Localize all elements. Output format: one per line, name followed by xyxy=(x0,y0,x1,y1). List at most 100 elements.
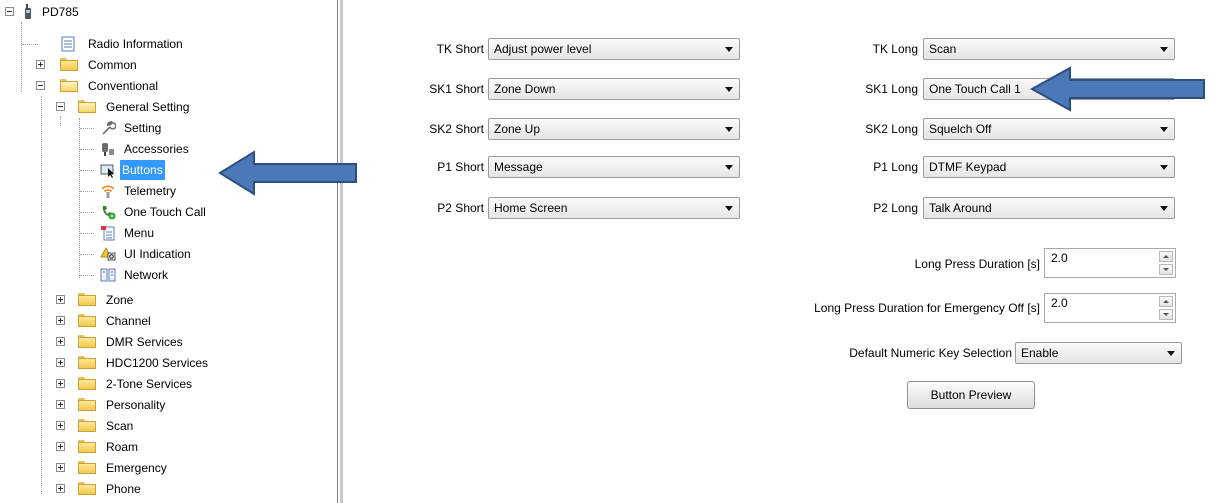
chevron-down-icon xyxy=(1160,165,1168,170)
expand-icon[interactable] xyxy=(56,295,65,304)
dropdown-value: Zone Down xyxy=(494,82,556,96)
default-numeric-key-dropdown[interactable]: Enable xyxy=(1015,342,1182,364)
default-numeric-key-label: Default Numeric Key Selection xyxy=(849,346,1012,360)
tree-item-emergency[interactable]: Emergency xyxy=(0,458,330,478)
tree-label: One Touch Call xyxy=(124,205,206,219)
tree-label: Accessories xyxy=(124,142,189,156)
folder-icon xyxy=(60,58,78,71)
expand-icon[interactable] xyxy=(56,484,65,493)
chevron-down-icon xyxy=(1160,206,1168,211)
tree-item-channel[interactable]: Channel xyxy=(0,311,330,331)
long-press-duration-spinner[interactable]: 2.0 xyxy=(1044,248,1176,278)
tree-item-personality[interactable]: Personality xyxy=(0,395,330,415)
sk1-short-dropdown[interactable]: Zone Down xyxy=(488,78,740,100)
spinner-value: 2.0 xyxy=(1051,251,1068,265)
expand-icon[interactable] xyxy=(56,358,65,367)
tree-item-2-tone-services[interactable]: 2-Tone Services xyxy=(0,374,330,394)
folder-icon xyxy=(78,419,96,432)
sk2-short-dropdown[interactable]: Zone Up xyxy=(488,118,740,140)
spin-down-icon[interactable] xyxy=(1159,309,1173,320)
panel-splitter[interactable] xyxy=(340,0,343,503)
tree-label: Telemetry xyxy=(124,184,177,198)
tree-item-menu[interactable]: Menu xyxy=(0,223,330,243)
tree-root-pd785[interactable]: PD785 xyxy=(0,2,330,22)
sk2-short-label: SK2 Short xyxy=(429,122,484,136)
collapse-icon[interactable] xyxy=(56,102,65,111)
tree-item-dmr-services[interactable]: DMR Services xyxy=(0,332,330,352)
expand-icon[interactable] xyxy=(56,337,65,346)
tree-item-roam[interactable]: Roam xyxy=(0,437,330,457)
chevron-down-icon xyxy=(725,87,733,92)
sk2-long-dropdown[interactable]: Squelch Off xyxy=(923,118,1175,140)
tk-short-dropdown[interactable]: Adjust power level xyxy=(488,38,740,60)
spin-down-icon[interactable] xyxy=(1159,264,1173,275)
dropdown-value: DTMF Keypad xyxy=(929,160,1007,174)
dropdown-value: Adjust power level xyxy=(494,42,592,56)
collapse-icon[interactable] xyxy=(5,7,14,16)
long-press-duration-label: Long Press Duration [s] xyxy=(914,257,1040,271)
tree-item-network[interactable]: Network xyxy=(0,265,330,285)
button-preview-button[interactable]: Button Preview xyxy=(907,381,1035,409)
navigation-tree: PD785 Radio Information Common Conventio… xyxy=(0,0,337,503)
spinner-value: 2.0 xyxy=(1051,296,1068,310)
tree-item-scan[interactable]: Scan xyxy=(0,416,330,436)
tree-item-zone[interactable]: Zone xyxy=(0,290,330,310)
folder-icon xyxy=(78,398,96,411)
tree-label: Common xyxy=(88,58,137,72)
phone-call-icon xyxy=(102,206,116,220)
tree-item-conventional[interactable]: Conventional xyxy=(0,76,330,96)
menu-list-icon xyxy=(101,226,115,241)
tree-item-one-touch-call[interactable]: One Touch Call xyxy=(0,202,330,222)
dropdown-value: Scan xyxy=(929,42,957,56)
expand-icon[interactable] xyxy=(56,400,65,409)
tk-long-dropdown[interactable]: Scan xyxy=(923,38,1175,60)
expand-icon[interactable] xyxy=(56,316,65,325)
chevron-down-icon xyxy=(725,206,733,211)
folder-icon xyxy=(78,293,96,306)
spin-up-icon[interactable] xyxy=(1159,251,1173,262)
tree-label: General Setting xyxy=(106,100,190,114)
expand-icon[interactable] xyxy=(56,463,65,472)
p1-short-dropdown[interactable]: Message xyxy=(488,156,740,178)
tree-item-general-setting[interactable]: General Setting xyxy=(0,97,330,117)
folder-icon xyxy=(78,461,96,474)
chevron-down-icon xyxy=(1160,47,1168,52)
wrench-icon xyxy=(102,121,116,135)
sk1-short-label: SK1 Short xyxy=(429,82,484,96)
collapse-icon[interactable] xyxy=(36,81,45,90)
p2-long-label: P2 Long xyxy=(873,201,918,215)
tree-label: PD785 xyxy=(42,5,79,19)
tree-label: UI Indication xyxy=(124,247,191,261)
p1-long-dropdown[interactable]: DTMF Keypad xyxy=(923,156,1175,178)
tree-item-common[interactable]: Common xyxy=(0,55,330,75)
tree-label: Radio Information xyxy=(88,37,183,51)
expand-icon[interactable] xyxy=(56,421,65,430)
tree-item-radio-information[interactable]: Radio Information xyxy=(0,34,330,54)
chevron-down-icon xyxy=(725,127,733,132)
spin-up-icon[interactable] xyxy=(1159,296,1173,307)
tree-label: Phone xyxy=(106,482,141,496)
tk-short-label: TK Short xyxy=(436,42,484,56)
tree-item-setting[interactable]: Setting xyxy=(0,118,330,138)
tree-label: Setting xyxy=(124,121,162,135)
expand-icon[interactable] xyxy=(56,442,65,451)
chevron-down-icon xyxy=(1167,351,1175,356)
p2-short-dropdown[interactable]: Home Screen xyxy=(488,197,740,219)
expand-icon[interactable] xyxy=(56,379,65,388)
p2-short-label: P2 Short xyxy=(437,201,484,215)
tree-item-ui-indication[interactable]: UI Indication xyxy=(0,244,330,264)
warning-indicator-icon xyxy=(100,246,116,261)
tk-long-label: TK Long xyxy=(872,42,918,56)
long-press-emergency-label: Long Press Duration for Emergency Off [s… xyxy=(814,301,1040,315)
long-press-emergency-spinner[interactable]: 2.0 xyxy=(1044,293,1176,323)
dropdown-value: Enable xyxy=(1021,346,1059,360)
folder-icon xyxy=(78,314,96,327)
dropdown-value: Squelch Off xyxy=(929,122,992,136)
tree-item-hdc1200-services[interactable]: HDC1200 Services xyxy=(0,353,330,373)
folder-icon xyxy=(78,482,96,495)
folder-icon xyxy=(78,440,96,453)
p2-long-dropdown[interactable]: Talk Around xyxy=(923,197,1175,219)
folder-open-icon xyxy=(78,100,96,113)
expand-icon[interactable] xyxy=(36,60,45,69)
tree-item-phone[interactable]: Phone xyxy=(0,479,330,499)
